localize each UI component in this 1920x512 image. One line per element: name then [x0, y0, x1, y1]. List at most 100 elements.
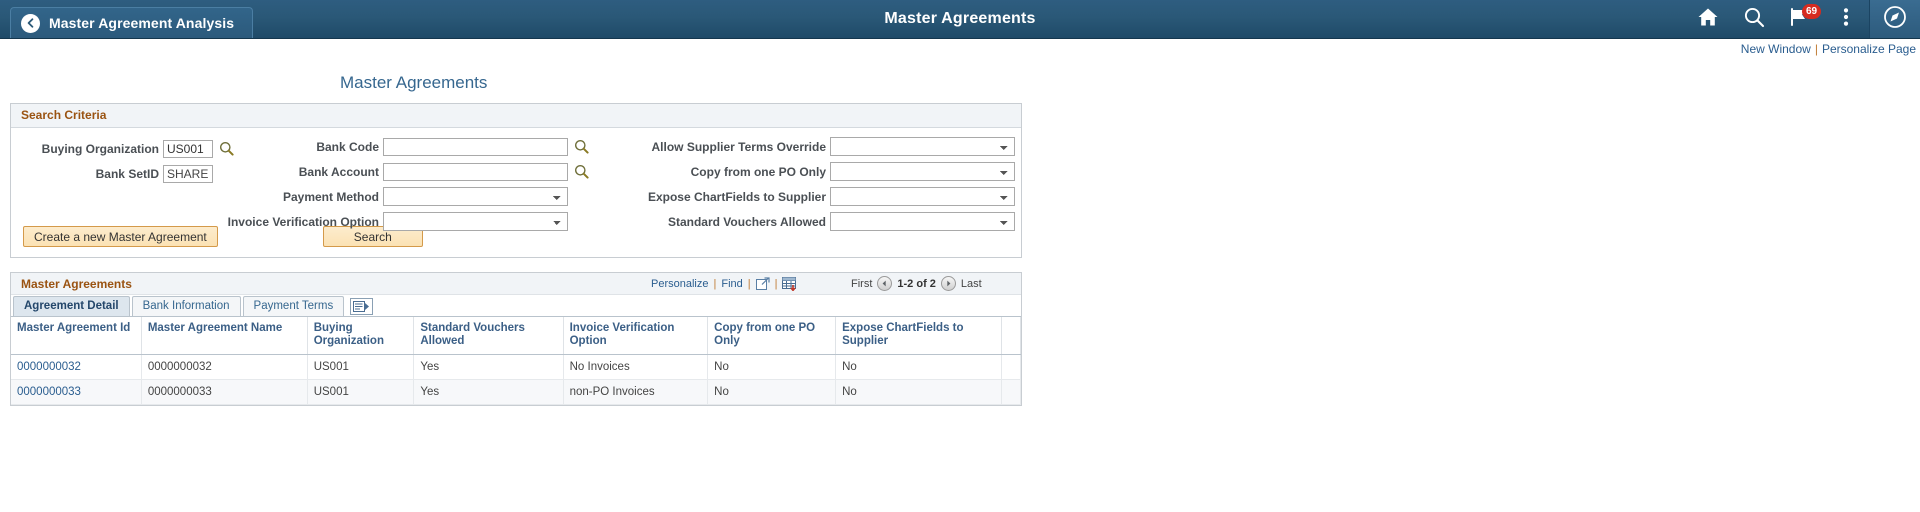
- bank-account-input[interactable]: [383, 162, 568, 181]
- download-spreadsheet-icon[interactable]: [782, 276, 798, 291]
- col-invoice-verification-option[interactable]: Invoice Verification Option: [563, 317, 709, 355]
- expose-chartfields-to-supplier-select[interactable]: [830, 187, 1015, 206]
- col-buying-organization[interactable]: Buying Organization: [307, 317, 415, 355]
- tab-agreement-detail[interactable]: Agreement Detail: [13, 296, 130, 316]
- bank-account-label: Bank Account: [298, 164, 379, 179]
- search-button[interactable]: [1731, 0, 1777, 38]
- page-content: Master Agreements Search Criteria Buying…: [0, 73, 1920, 406]
- bank-code-label: Bank Code: [316, 139, 379, 154]
- cell-agreement-id: 0000000033: [11, 379, 142, 405]
- row-range: 1-2 of 2: [897, 277, 936, 290]
- bank-code-lookup-icon[interactable]: [573, 139, 589, 155]
- tab-agreement-detail-label: Agreement Detail: [24, 300, 119, 312]
- standard-vouchers-allowed-select[interactable]: [830, 212, 1015, 231]
- actions-menu-button[interactable]: [1823, 0, 1869, 38]
- tab-payment-terms[interactable]: Payment Terms: [242, 296, 345, 316]
- cell-invoice-verification: non-PO Invoices: [563, 379, 709, 405]
- grid-pagination: First 1-2 of 2 Last: [851, 276, 982, 291]
- bank-account-lookup-icon[interactable]: [573, 164, 589, 180]
- page-title: Master Agreements: [884, 10, 1036, 27]
- notifications-button[interactable]: 69: [1777, 0, 1823, 38]
- links-separator: |: [1814, 42, 1818, 56]
- navbar-button[interactable]: [1869, 0, 1920, 38]
- cell-expose-chartfields: No: [835, 354, 1002, 380]
- next-arrow-icon[interactable]: [940, 276, 956, 291]
- field-standard-vouchers-allowed: Standard Vouchers Allowed: [621, 209, 1015, 234]
- create-master-agreement-button[interactable]: Create a new Master Agreement: [23, 226, 218, 247]
- page-links: New Window | Personalize Page: [1741, 42, 1916, 56]
- payment-method-select[interactable]: [383, 187, 568, 206]
- home-icon: [1697, 7, 1719, 32]
- first-link[interactable]: First: [851, 278, 872, 290]
- new-window-link[interactable]: New Window: [1741, 42, 1811, 56]
- home-button[interactable]: [1685, 0, 1731, 38]
- app-header: Master Agreement Analysis Master Agreeme…: [0, 0, 1920, 39]
- cell-standard-vouchers: Yes: [413, 379, 564, 405]
- field-payment-method: Payment Method: [199, 184, 589, 209]
- field-allow-supplier-terms-override: Allow Supplier Terms Override: [621, 134, 1015, 159]
- personalize-link[interactable]: Personalize: [651, 278, 708, 290]
- field-invoice-verification-option: Invoice Verification Option: [199, 209, 589, 234]
- invoice-verification-option-select[interactable]: [383, 212, 568, 231]
- show-all-columns-icon[interactable]: [350, 298, 374, 315]
- personalize-page-link[interactable]: Personalize Page: [1822, 42, 1916, 56]
- col-expose-chartfields-to-supplier[interactable]: Expose ChartFields to Supplier: [835, 317, 1002, 355]
- master-agreements-grid: Master Agreements Personalize | Find | |: [10, 272, 1022, 406]
- copy-from-one-po-only-select[interactable]: [830, 162, 1015, 181]
- cell-standard-vouchers: Yes: [413, 354, 564, 380]
- last-link[interactable]: Last: [961, 278, 982, 290]
- allow-supplier-terms-override-select[interactable]: [830, 137, 1015, 156]
- field-bank-code: Bank Code: [199, 134, 589, 159]
- grid-tab-row: Agreement Detail Bank Information Paymen…: [11, 295, 1021, 317]
- cell-copy-from-po: No: [707, 354, 837, 380]
- col-copy-from-one-po-only[interactable]: Copy from one PO Only: [707, 317, 837, 355]
- notification-badge: 69: [1802, 4, 1821, 19]
- payment-method-label: Payment Method: [282, 189, 379, 204]
- grid-title-bar: Master Agreements Personalize | Find | |: [11, 273, 1021, 295]
- table-row: 0000000032 0000000032 US001 Yes No Invoi…: [11, 354, 1022, 380]
- tools-separator-3: |: [774, 277, 778, 290]
- table-header-row: Master Agreement Id Master Agreement Nam…: [11, 317, 1022, 355]
- search-criteria-title: Search Criteria: [11, 104, 1021, 128]
- new-window-icon[interactable]: [755, 276, 770, 291]
- agreement-id-link[interactable]: 0000000033: [17, 386, 81, 398]
- tab-bank-information[interactable]: Bank Information: [131, 296, 241, 316]
- tab-payment-terms-label: Payment Terms: [253, 300, 334, 312]
- page-heading: Master Agreements: [340, 73, 488, 92]
- grid-title: Master Agreements: [21, 276, 132, 291]
- standard-vouchers-allowed-label: Standard Vouchers Allowed: [667, 214, 826, 229]
- search-icon: [1743, 6, 1765, 33]
- expose-chartfields-to-supplier-label: Expose ChartFields to Supplier: [647, 189, 826, 204]
- back-breadcrumb-tab[interactable]: Master Agreement Analysis: [10, 7, 254, 38]
- prev-arrow-icon[interactable]: [877, 276, 893, 291]
- col-spacer: [1001, 317, 1022, 355]
- bank-setid-label: Bank SetID: [95, 166, 159, 181]
- tools-separator-2: |: [747, 277, 751, 290]
- col-master-agreement-name[interactable]: Master Agreement Name: [141, 317, 308, 355]
- find-link[interactable]: Find: [721, 278, 742, 290]
- agreements-table: Master Agreement Id Master Agreement Nam…: [11, 317, 1022, 405]
- agreement-id-link[interactable]: 0000000032: [17, 361, 81, 373]
- bank-code-input[interactable]: [383, 137, 568, 156]
- field-bank-account: Bank Account: [199, 159, 589, 184]
- grid-tools: Personalize | Find | |: [651, 276, 798, 291]
- copy-from-one-po-only-label: Copy from one PO Only: [690, 164, 826, 179]
- back-chevron-icon: [21, 13, 40, 33]
- field-copy-from-one-po-only: Copy from one PO Only: [621, 159, 1015, 184]
- invoice-verification-option-label: Invoice Verification Option: [227, 214, 379, 229]
- col-master-agreement-id[interactable]: Master Agreement Id: [11, 317, 142, 355]
- cell-buying-organization: US001: [307, 379, 415, 405]
- tools-separator-1: |: [713, 277, 717, 290]
- search-column-middle: Bank Code Bank Account Payment Method In…: [199, 134, 589, 234]
- cell-copy-from-po: No: [707, 379, 837, 405]
- field-expose-chartfields-to-supplier: Expose ChartFields to Supplier: [621, 184, 1015, 209]
- navbar-compass-icon: [1883, 5, 1907, 34]
- cell-expose-chartfields: No: [835, 379, 1002, 405]
- cell-spacer: [1001, 379, 1022, 405]
- cell-agreement-id: 0000000032: [11, 354, 142, 380]
- cell-agreement-name: 0000000033: [141, 379, 308, 405]
- cell-agreement-name: 0000000032: [141, 354, 308, 380]
- cell-buying-organization: US001: [307, 354, 415, 380]
- cell-spacer: [1001, 354, 1022, 380]
- col-standard-vouchers-allowed[interactable]: Standard Vouchers Allowed: [413, 317, 564, 355]
